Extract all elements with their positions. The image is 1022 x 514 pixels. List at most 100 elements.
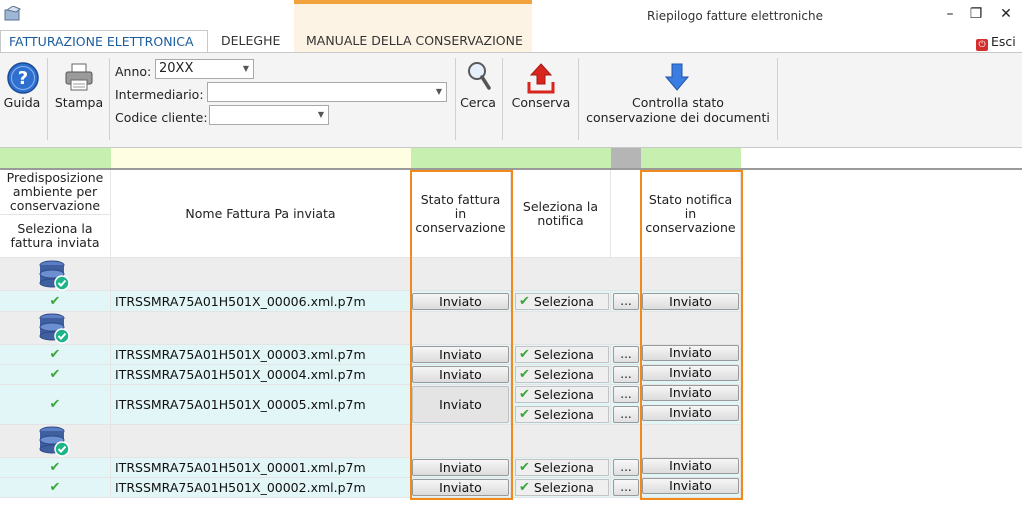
codice-cliente-select[interactable]: ▼ <box>209 105 329 125</box>
header-seleziona-fattura: Seleziona la fattura inviata <box>0 215 111 258</box>
minimize-button[interactable]: – <box>938 4 962 24</box>
check-icon: ✔ <box>49 480 61 495</box>
stato-notifica-button[interactable]: Inviato <box>642 458 739 474</box>
row-select-check[interactable]: ✔ <box>0 385 111 425</box>
guida-button[interactable]: ? Guida <box>4 60 40 116</box>
strip-green <box>411 148 511 168</box>
restore-button[interactable]: ❐ <box>964 4 988 24</box>
check-icon: ✔ <box>49 367 61 382</box>
header-stato-fattura: Stato fattura in conservazione <box>411 170 511 258</box>
ribbon-separator <box>455 58 456 140</box>
stato-notifica-button[interactable]: Inviato <box>642 293 739 310</box>
header-empty <box>611 170 641 258</box>
intermediario-label: Intermediario: <box>115 87 204 102</box>
stato-notifica-button[interactable]: Inviato <box>642 385 739 401</box>
file-name: ITRSSMRA75A01H501X_00003.xml.p7m <box>111 345 411 365</box>
file-name: ITRSSMRA75A01H501X_00001.xml.p7m <box>111 458 411 478</box>
controlla-stato-button[interactable]: Controlla stato conservazione dei docume… <box>582 60 774 130</box>
stato-fattura-button[interactable]: Inviato <box>412 479 509 496</box>
stato-notifica-button[interactable]: Inviato <box>642 365 739 381</box>
chevron-down-icon: ▼ <box>435 87 442 96</box>
seleziona-notifica-button[interactable]: ✔ Seleziona <box>515 293 609 310</box>
ellipsis-button[interactable]: ... <box>613 386 639 403</box>
row-select-check[interactable]: ✔ <box>0 291 111 312</box>
file-name: ITRSSMRA75A01H501X_00004.xml.p7m <box>111 365 411 385</box>
row-select-check[interactable]: ✔ <box>0 478 111 498</box>
tab-deleghe[interactable]: DELEGHE <box>213 30 288 52</box>
stampa-label: Stampa <box>54 95 104 110</box>
seleziona-label: Seleziona <box>533 480 594 495</box>
strip-green <box>641 148 741 168</box>
controlla-stato-line2: conservazione dei documenti <box>586 110 770 125</box>
seleziona-notifica-button[interactable]: ✔ Seleziona <box>515 386 609 403</box>
file-name: ITRSSMRA75A01H501X_00006.xml.p7m <box>111 291 411 312</box>
stato-notifica-button[interactable]: Inviato <box>642 345 739 361</box>
guida-label: Guida <box>3 95 41 110</box>
row-select-check[interactable]: ✔ <box>0 365 111 385</box>
codice-cliente-label: Codice cliente: <box>115 110 208 125</box>
check-icon: ✔ <box>519 460 530 475</box>
ribbon-separator <box>777 58 778 140</box>
stato-notifica-button[interactable]: Inviato <box>642 405 739 421</box>
conserva-label: Conserva <box>511 95 571 110</box>
row-select-check[interactable]: ✔ <box>0 345 111 365</box>
row-select-check[interactable]: ✔ <box>0 458 111 478</box>
database-check-icon[interactable] <box>38 425 70 457</box>
file-name: ITRSSMRA75A01H501X_00002.xml.p7m <box>111 478 411 498</box>
chevron-down-icon: ▼ <box>317 110 324 119</box>
seleziona-label: Seleziona <box>533 387 594 402</box>
seleziona-notifica-button[interactable]: ✔ Seleziona <box>515 406 609 423</box>
stato-fattura-button[interactable]: Inviato <box>412 346 509 363</box>
upload-icon <box>527 63 555 94</box>
stampa-button[interactable]: Stampa <box>52 60 106 116</box>
stato-fattura-button[interactable]: Inviato <box>412 366 509 383</box>
database-check-icon[interactable] <box>38 312 70 344</box>
group-row-fill <box>111 425 741 458</box>
tab-fatturazione-elettronica[interactable]: FATTURAZIONE ELETTRONICA <box>0 30 208 53</box>
database-check-icon[interactable] <box>38 259 70 291</box>
tab-manuale-conservazione[interactable]: MANUALE DELLA CONSERVAZIONE <box>298 30 531 52</box>
seleziona-notifica-button[interactable]: ✔ Seleziona <box>515 479 609 496</box>
search-icon <box>468 62 491 90</box>
close-button[interactable]: ✕ <box>994 4 1018 24</box>
ellipsis-button[interactable]: ... <box>613 346 639 363</box>
check-icon: ✔ <box>519 347 530 362</box>
arrow-down-icon <box>664 63 690 91</box>
check-icon: ✔ <box>519 387 530 402</box>
help-icon: ? <box>7 62 39 94</box>
seleziona-label: Seleziona <box>533 294 594 309</box>
esci-button[interactable]: ⏻ Esci <box>976 33 1020 51</box>
ellipsis-button[interactable]: ... <box>613 366 639 383</box>
esci-label: Esci <box>991 34 1016 49</box>
ribbon-separator <box>578 58 579 140</box>
intermediario-select[interactable]: ▼ <box>207 82 447 102</box>
ellipsis-button[interactable]: ... <box>613 479 639 496</box>
controlla-stato-line1: Controlla stato <box>632 95 724 110</box>
header-seleziona-notifica: Seleziona la notifica <box>511 170 611 258</box>
seleziona-notifica-button[interactable]: ✔ Seleziona <box>515 459 609 476</box>
check-icon: ✔ <box>49 293 61 309</box>
ellipsis-button[interactable]: ... <box>613 293 639 310</box>
seleziona-label: Seleziona <box>533 407 594 422</box>
seleziona-notifica-button[interactable]: ✔ Seleziona <box>515 346 609 363</box>
check-icon: ✔ <box>49 397 61 412</box>
ellipsis-button[interactable]: ... <box>613 406 639 423</box>
power-icon: ⏻ <box>976 39 988 51</box>
check-icon: ✔ <box>519 407 530 422</box>
ellipsis-button[interactable]: ... <box>613 459 639 476</box>
anno-value: 20XX <box>159 61 194 76</box>
stato-fattura-button[interactable]: Inviato <box>412 459 509 476</box>
conserva-button[interactable]: Conserva <box>508 60 574 116</box>
svg-text:?: ? <box>18 68 28 89</box>
check-icon: ✔ <box>49 460 61 475</box>
stato-fattura-button[interactable]: Inviato <box>412 386 509 423</box>
seleziona-notifica-button[interactable]: ✔ Seleziona <box>515 366 609 383</box>
chevron-down-icon: ▼ <box>242 64 249 73</box>
strip-green <box>0 148 111 168</box>
cerca-button[interactable]: Cerca <box>458 60 498 116</box>
stato-fattura-button[interactable]: Inviato <box>412 293 509 310</box>
ribbon-separator <box>502 58 503 140</box>
controlla-stato-label: Controlla stato conservazione dei docume… <box>582 95 774 125</box>
stato-notifica-button[interactable]: Inviato <box>642 478 739 494</box>
anno-select[interactable]: 20XX ▼ <box>155 59 254 79</box>
